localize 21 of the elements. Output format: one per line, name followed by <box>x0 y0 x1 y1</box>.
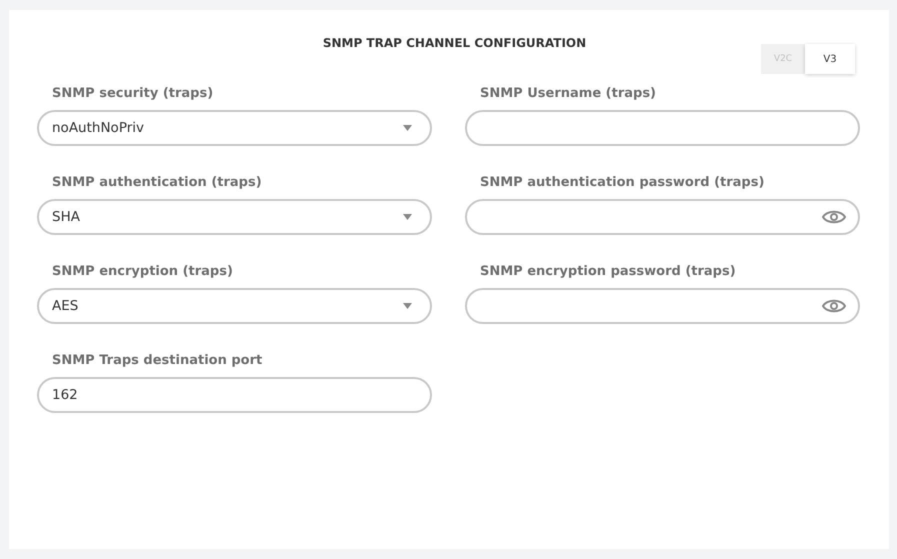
field-label: SNMP Traps destination port <box>52 353 264 370</box>
password-field[interactable] <box>465 288 860 324</box>
field-label: SNMP Username (traps) <box>480 86 657 103</box>
dropdown[interactable]: noAuthNoPriv <box>37 110 432 146</box>
input-field[interactable]: 162 <box>37 377 432 413</box>
eye-icon[interactable] <box>822 209 846 225</box>
panel-title: SNMP TRAP CHANNEL CONFIGURATION <box>322 36 588 50</box>
caret-icon <box>403 125 412 131</box>
field-label: SNMP encryption (traps) <box>52 264 234 281</box>
version-toggle-option[interactable]: V3 <box>805 44 855 74</box>
field-label: SNMP encryption password (traps) <box>480 264 737 281</box>
caret-icon <box>403 303 412 309</box>
eye-icon[interactable] <box>822 298 846 314</box>
input-field[interactable] <box>465 110 860 146</box>
dropdown[interactable]: AES <box>37 288 432 324</box>
password-field[interactable] <box>465 199 860 235</box>
dropdown[interactable]: SHA <box>37 199 432 235</box>
field-label: SNMP authentication (traps) <box>52 175 263 192</box>
field-label: SNMP authentication password (traps) <box>480 175 766 192</box>
caret-icon <box>403 214 412 220</box>
field-label: SNMP security (traps) <box>52 86 214 103</box>
